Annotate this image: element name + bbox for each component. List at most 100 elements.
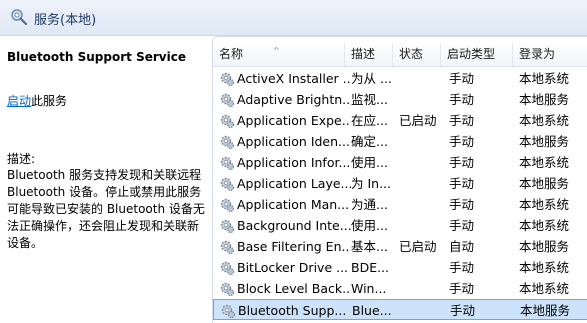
service-logon-cell: 本地服务 xyxy=(520,303,571,318)
table-row[interactable]: Block Level Back... Win... 手动 本地系统 xyxy=(213,278,587,299)
column-header-name-label: 名称 xyxy=(219,47,244,61)
table-row[interactable]: Background Inte... 使用... 手动 本地系统 xyxy=(213,215,587,236)
service-gear-icon xyxy=(221,304,235,318)
table-row[interactable]: Application Expe... 在应... 已启动 手动 本地系统 xyxy=(213,110,587,131)
console-title: 服务(本地) xyxy=(34,13,97,28)
service-status-cell xyxy=(399,215,443,236)
service-gear-icon xyxy=(220,177,234,191)
service-description-cell: 监视... xyxy=(351,92,388,107)
service-description-text: Bluetooth 服务支持发现和关联远程 Bluetooth 设备。停止或禁用… xyxy=(7,168,205,250)
service-description-cell: Blue... xyxy=(352,303,392,318)
service-name-cell: ActiveX Installer ... xyxy=(237,71,351,86)
service-startup-cell: 手动 xyxy=(449,281,475,296)
service-startup-cell: 手动 xyxy=(449,218,475,233)
sort-ascending-icon: ^ xyxy=(273,46,280,55)
service-gear-icon xyxy=(220,198,234,212)
service-gear-icon xyxy=(220,156,234,170)
table-row[interactable]: ActiveX Installer ... 为从 ... 手动 本地系统 xyxy=(213,68,587,89)
start-service-suffix: 此服务 xyxy=(31,94,68,108)
service-startup-cell: 手动 xyxy=(449,71,475,86)
service-status-cell xyxy=(399,257,443,278)
service-status-cell xyxy=(399,131,443,152)
start-service-link[interactable]: 启动 xyxy=(7,94,31,108)
service-name-cell: Adaptive Brightn... xyxy=(237,92,351,107)
service-logon-cell: 本地系统 xyxy=(519,260,570,275)
service-logon-cell: 本地系统 xyxy=(519,197,570,212)
service-gear-icon xyxy=(220,114,234,128)
services-list-panel: 名称 ^ 描述 状态 启动类型 登录为 ActiveX Installer ..… xyxy=(212,36,587,323)
service-description-cell: 使用... xyxy=(351,218,388,233)
service-description-cell: 使用... xyxy=(351,155,388,170)
service-logon-cell: 本地服务 xyxy=(519,239,570,254)
service-startup-cell: 手动 xyxy=(449,155,475,170)
service-description-pane: Bluetooth Support Service 启动此服务 描述: Blue… xyxy=(0,36,212,323)
service-name-cell: Bluetooth Supp... xyxy=(238,303,347,318)
table-row[interactable]: Application Man... 为通... 手动 本地系统 xyxy=(213,194,587,215)
service-name-cell: Application Iden... xyxy=(237,134,350,149)
service-description-cell: 在应... xyxy=(351,113,388,128)
column-header-startup-type[interactable]: 启动类型 xyxy=(441,43,513,66)
service-logon-cell: 本地系统 xyxy=(519,155,570,170)
service-logon-cell: 本地系统 xyxy=(519,218,570,233)
service-status-cell xyxy=(399,194,443,215)
service-name-cell: BitLocker Drive ... xyxy=(237,260,349,275)
service-gear-icon xyxy=(220,72,234,86)
service-description-cell: 为通... xyxy=(351,197,388,212)
service-status-cell xyxy=(399,173,443,194)
service-logon-cell: 本地服务 xyxy=(519,134,570,149)
table-row[interactable]: Adaptive Brightn... 监视... 手动 本地服务 xyxy=(213,89,587,110)
service-action: 启动此服务 xyxy=(7,92,67,109)
selected-service-name: Bluetooth Support Service xyxy=(7,50,186,64)
service-description-cell: 基本... xyxy=(351,239,388,254)
service-name-cell: Application Infor... xyxy=(237,155,351,170)
service-description-cell: BDE... xyxy=(351,260,390,275)
service-name-cell: Application Expe... xyxy=(237,113,351,128)
column-header-name[interactable]: 名称 ^ xyxy=(213,43,345,66)
service-logon-cell: 本地服务 xyxy=(519,176,570,191)
service-gear-icon xyxy=(220,93,234,107)
service-logon-cell: 本地系统 xyxy=(519,281,570,296)
service-gear-icon xyxy=(220,261,234,275)
table-row[interactable]: BitLocker Drive ... BDE... 手动 本地系统 xyxy=(213,257,587,278)
service-name-cell: Application Laye... xyxy=(237,176,351,191)
service-status-cell xyxy=(399,278,443,299)
service-startup-cell: 自动 xyxy=(449,239,475,254)
service-name-cell: Application Man... xyxy=(237,197,350,212)
table-row[interactable]: Application Infor... 使用... 手动 本地系统 xyxy=(213,152,587,173)
service-status-cell xyxy=(400,300,444,321)
service-logon-cell: 本地系统 xyxy=(519,71,570,86)
table-row[interactable]: Application Iden... 确定... 手动 本地服务 xyxy=(213,131,587,152)
service-status-cell xyxy=(399,152,443,173)
service-description-cell: 为 In... xyxy=(351,176,392,191)
column-header-status[interactable]: 状态 xyxy=(393,43,441,66)
service-gear-icon xyxy=(220,282,234,296)
service-name-cell: Base Filtering En... xyxy=(237,239,351,254)
service-status-cell xyxy=(399,89,443,110)
service-status-cell: 已启动 xyxy=(399,113,437,128)
service-gear-icon xyxy=(220,219,234,233)
service-startup-cell: 手动 xyxy=(449,176,475,191)
service-status-cell: 已启动 xyxy=(399,239,437,254)
service-gear-icon xyxy=(220,135,234,149)
service-startup-cell: 手动 xyxy=(450,303,476,318)
service-status-cell xyxy=(399,68,443,89)
service-description-cell: 为从 ... xyxy=(351,71,392,86)
table-row[interactable]: Base Filtering En... 基本... 已启动 自动 本地服务 xyxy=(213,236,587,257)
service-logon-cell: 本地服务 xyxy=(519,92,570,107)
column-header-logon-as[interactable]: 登录为 xyxy=(513,43,587,66)
service-description-cell: 确定... xyxy=(351,134,388,149)
service-name-cell: Block Level Back... xyxy=(237,281,351,296)
table-header: 名称 ^ 描述 状态 启动类型 登录为 xyxy=(213,43,587,67)
service-startup-cell: 手动 xyxy=(449,134,475,149)
service-gear-icon xyxy=(220,240,234,254)
service-startup-cell: 手动 xyxy=(449,197,475,212)
service-startup-cell: 手动 xyxy=(449,113,475,128)
service-name-cell: Background Inte... xyxy=(237,218,351,233)
console-header: 服务(本地) xyxy=(0,0,587,36)
column-header-description[interactable]: 描述 xyxy=(345,43,393,66)
table-row[interactable]: Bluetooth Supp... Blue... 手动 本地服务 xyxy=(213,299,587,320)
table-row[interactable]: Application Laye... 为 In... 手动 本地服务 xyxy=(213,173,587,194)
service-logon-cell: 本地系统 xyxy=(519,113,570,128)
description-label: 描述: xyxy=(7,152,36,166)
service-startup-cell: 手动 xyxy=(449,92,475,107)
